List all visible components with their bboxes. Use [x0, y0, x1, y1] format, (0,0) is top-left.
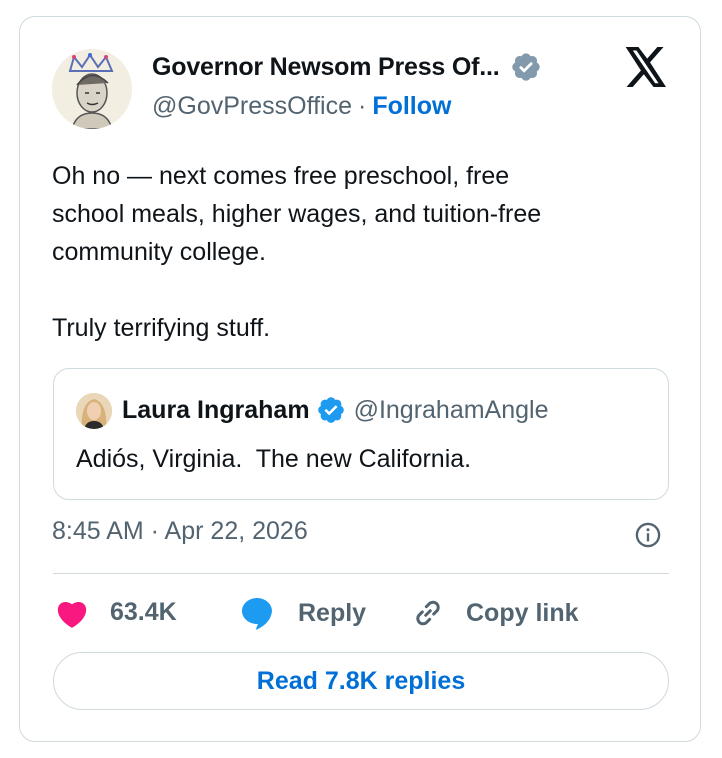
author-avatar[interactable]: [52, 49, 132, 129]
heart-icon: [57, 601, 87, 628]
quoted-tweet[interactable]: Laura Ingraham @IngrahamAngle Adiós, Vir…: [53, 368, 669, 500]
divider: [53, 573, 669, 574]
verified-badge-icon: [511, 53, 540, 81]
quoted-author-avatar: [76, 393, 112, 429]
tweet-text: Oh no — next comes free preschool, free …: [52, 162, 542, 342]
link-icon: [416, 600, 440, 626]
read-replies-button[interactable]: Read 7.8K replies: [53, 652, 669, 710]
follow-link[interactable]: Follow: [372, 92, 451, 121]
reply-label: Reply: [298, 598, 367, 627]
tweet-timestamp[interactable]: 8:45 AM · Apr 22, 2026: [52, 517, 308, 546]
x-logo-icon[interactable]: [624, 47, 668, 87]
separator-dot: ·: [357, 92, 367, 120]
author-handle-row: @GovPressOffice · Follow: [152, 92, 451, 121]
author-display-name[interactable]: Governor Newsom Press Of...: [152, 53, 500, 82]
info-icon[interactable]: [634, 521, 662, 549]
copy-link-label: Copy link: [466, 598, 579, 627]
quoted-header: Laura Ingraham @IngrahamAngle: [122, 395, 549, 425]
copy-link-button[interactable]: Copy link: [410, 595, 579, 631]
verified-badge-icon: [317, 397, 344, 423]
author-name-row: Governor Newsom Press Of...: [152, 51, 542, 83]
quoted-display-name: Laura Ingraham: [122, 395, 310, 424]
like-button[interactable]: 63.4K: [54, 595, 177, 629]
author-handle[interactable]: @GovPressOffice: [152, 92, 352, 121]
quoted-text: Adiós, Virginia. The new California.: [76, 445, 472, 473]
reply-button[interactable]: Reply: [238, 595, 366, 631]
like-count: 63.4K: [110, 597, 177, 626]
tweet-embed-card: Governor Newsom Press Of... @GovPressOff…: [19, 16, 701, 742]
reply-bubble-icon: [242, 598, 272, 630]
quoted-handle: @IngrahamAngle: [353, 395, 549, 424]
